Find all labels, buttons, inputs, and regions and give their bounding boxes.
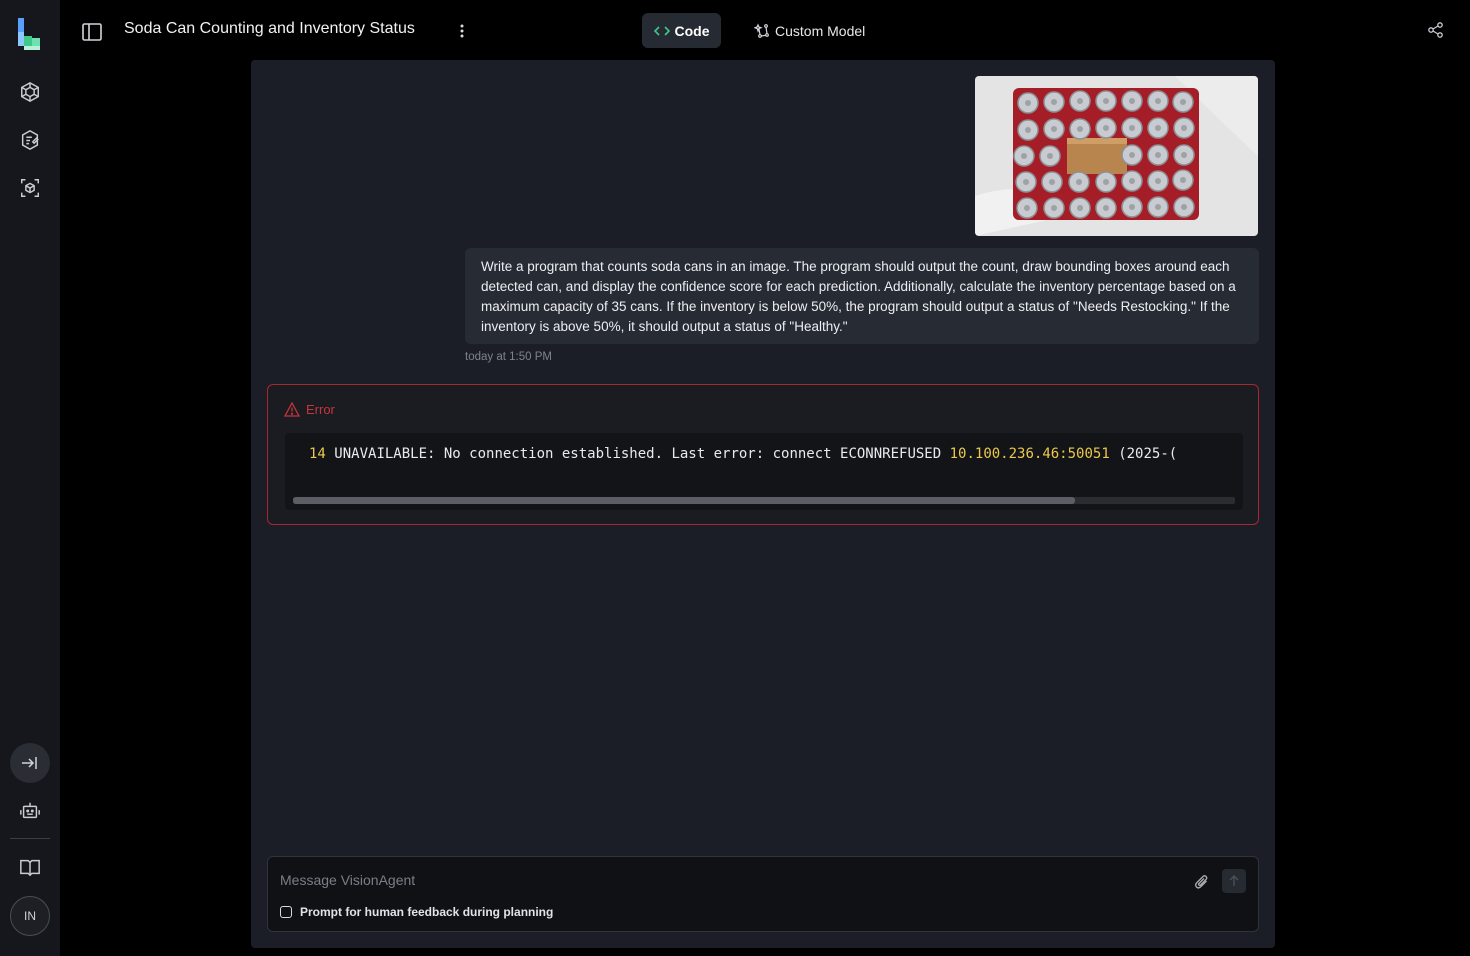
warning-icon (284, 402, 300, 417)
sidebar-panel-icon (82, 23, 102, 41)
sidebar: IN (0, 0, 60, 956)
feedback-checkbox[interactable] (280, 906, 292, 918)
human-feedback-toggle[interactable]: Prompt for human feedback during plannin… (280, 905, 553, 919)
tab-custom-model-label: Custom Model (775, 22, 866, 39)
horizontal-scrollbar[interactable] (293, 497, 1235, 504)
arrow-right-bar-icon (22, 757, 37, 769)
tab-code[interactable]: Code (642, 13, 721, 48)
user-message: Write a program that counts soda cans in… (465, 248, 1259, 344)
tab-custom-model[interactable]: Custom Model (754, 13, 865, 48)
error-title: Error (306, 402, 335, 417)
top-bar: Soda Can Counting and Inventory Status C… (60, 0, 1470, 60)
scan-cube-icon (21, 179, 39, 197)
agent-nav-button[interactable] (10, 120, 50, 160)
error-trailing: (2025-( (1118, 446, 1178, 462)
message-input[interactable] (280, 869, 1160, 891)
error-code-block: 14 UNAVAILABLE: No connection establishe… (285, 433, 1243, 510)
tab-code-label: Code (674, 22, 710, 39)
book-icon (20, 859, 40, 877)
attach-button[interactable] (1193, 873, 1211, 891)
panel-toggle-button[interactable] (80, 20, 104, 44)
send-button[interactable] (1222, 869, 1246, 893)
code-brackets-icon (653, 25, 670, 36)
app-logo[interactable] (15, 16, 45, 52)
share-icon (1428, 22, 1443, 38)
uploaded-image[interactable] (975, 76, 1258, 236)
error-address: 10.100.236.46:50051 (949, 446, 1110, 462)
expand-sidebar-button[interactable] (10, 743, 50, 783)
docs-nav-button[interactable] (10, 847, 50, 887)
paperclip-icon (1194, 875, 1208, 889)
error-code: 14 (309, 446, 326, 462)
feedback-label: Prompt for human feedback during plannin… (300, 905, 554, 919)
models-nav-button[interactable] (10, 72, 50, 112)
sparkle-network-icon (754, 22, 769, 38)
message-timestamp: today at 1:50 PM (465, 351, 552, 363)
document-edit-icon (21, 129, 39, 151)
error-code-line: 14 UNAVAILABLE: No connection establishe… (309, 446, 1177, 462)
hexagon-network-icon (21, 81, 39, 103)
user-avatar[interactable]: IN (10, 896, 50, 936)
error-text: UNAVAILABLE: No connection established. … (334, 446, 942, 462)
error-header: Error (284, 402, 335, 417)
robot-nav-button[interactable] (10, 791, 50, 831)
kebab-menu-icon (460, 24, 464, 38)
sidebar-divider (10, 838, 50, 839)
page-title: Soda Can Counting and Inventory Status (124, 20, 415, 37)
share-button[interactable] (1426, 20, 1446, 40)
arrow-up-icon (1229, 875, 1239, 886)
more-options-button[interactable] (452, 20, 472, 42)
robot-icon (20, 802, 40, 819)
message-composer: Prompt for human feedback during plannin… (267, 856, 1259, 932)
scrollbar-thumb[interactable] (293, 497, 1075, 504)
scan-nav-button[interactable] (10, 168, 50, 208)
error-message: Error 14 UNAVAILABLE: No connection esta… (267, 384, 1259, 525)
chat-panel: Write a program that counts soda cans in… (251, 60, 1275, 948)
